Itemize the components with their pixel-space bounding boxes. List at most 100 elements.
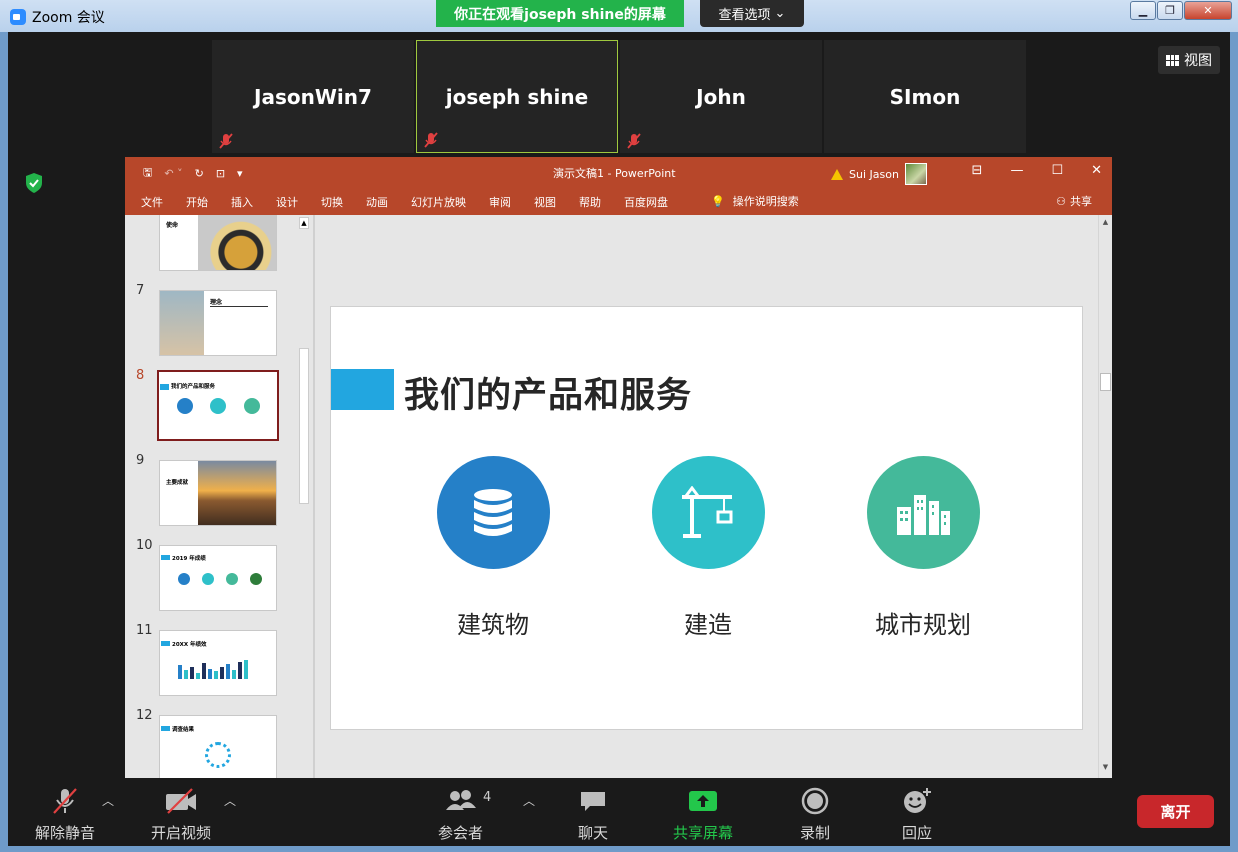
share-screen-icon [689, 791, 717, 811]
save-icon[interactable]: 🖫 [143, 164, 152, 183]
service-label: 建造 [684, 611, 732, 639]
record-icon [801, 787, 829, 815]
reactions-button[interactable]: 回应 [901, 786, 933, 843]
thumb-title: 理念 [210, 299, 223, 306]
participant-tile[interactable]: SImon [824, 40, 1026, 153]
participant-tile[interactable]: JasonWin7 [212, 40, 414, 153]
quick-access-toolbar: 🖫 ↶ ˅ ↻ ⊡ ▾ [143, 164, 243, 183]
minimize-button[interactable]: ▁ [1130, 1, 1156, 20]
city-icon [866, 456, 980, 569]
reactions-label: 回应 [901, 824, 932, 842]
slide-thumbnail[interactable]: 理念 [159, 290, 277, 356]
ribbon-tabs: 文件 开始 插入 设计 切换 动画 幻灯片放映 审阅 视图 帮助 百度网盘 💡 操作说明搜索 ⚇ 共… [125, 187, 1112, 215]
thumb-title: 主要成就 [166, 480, 189, 486]
chat-button[interactable]: 聊天 [578, 786, 608, 843]
ppt-share-label: 共享 [1070, 195, 1092, 208]
ribbon-tab[interactable]: 切换 [321, 194, 343, 210]
ribbon-tab[interactable]: 幻灯片放映 [411, 194, 466, 210]
ribbon-tab[interactable]: 插入 [231, 194, 253, 210]
slide-thumbnail[interactable]: 2019 年成绩 [159, 545, 277, 611]
meeting-toolbar: 解除静音 ︿ 开启视频 ︿ 参会者 4 ︿ 聊天 共享屏幕 录制 回应 离开 [8, 778, 1230, 846]
slide-thumbnail[interactable]: 主要成就 [159, 460, 277, 526]
editor-scrollbar[interactable]: ▲ ▼ [1098, 215, 1112, 778]
participant-tile-active[interactable]: joseph shine [416, 40, 618, 153]
record-button[interactable]: 录制 [800, 786, 830, 843]
slide-thumbnail-selected[interactable]: 我们的产品和服务 [157, 370, 279, 441]
slide-number: 9 [136, 453, 145, 468]
thumb-title: 20XX 年绩效 [172, 642, 207, 648]
ribbon-display-icon[interactable]: ⊟ [972, 163, 983, 178]
ribbon-tab[interactable]: 审阅 [489, 194, 511, 210]
tell-me-label: 操作说明搜索 [732, 195, 799, 208]
ribbon-tab[interactable]: 文件 [141, 194, 163, 210]
maximize-icon[interactable]: ☐ [1051, 163, 1063, 178]
thumbnail-scrollbar[interactable]: ▲ [297, 215, 311, 778]
participants-options-chevron-icon[interactable]: ︿ [523, 792, 535, 809]
view-button-label: 视图 [1184, 53, 1212, 69]
ppt-titlebar: 🖫 ↶ ˅ ↻ ⊡ ▾ 演示文稿1 - PowerPoint Sui Jason… [125, 157, 1112, 187]
ppt-window-controls: ⊟ — ☐ ✕ [972, 163, 1102, 178]
slide-thumbnail[interactable]: 20XX 年绩效 [159, 630, 277, 696]
slide-thumbnail-pane: 使命 7 理念 8 我们的产品和服务 9 主要成就 10 2019 年成绩 11… [125, 215, 297, 778]
audio-options-chevron-icon[interactable]: ︿ [102, 792, 114, 809]
grid-view-icon [1166, 54, 1179, 66]
video-off-icon [166, 788, 196, 814]
ribbon-tab-list: 文件 开始 插入 设计 切换 动画 幻灯片放映 审阅 视图 帮助 百度网盘 [141, 194, 691, 210]
service-item: 城市规划 [833, 456, 1013, 640]
maximize-button[interactable]: ❐ [1157, 1, 1183, 20]
avatar [904, 163, 927, 185]
unmute-button[interactable]: 解除静音 [35, 786, 95, 843]
share-screen-button[interactable]: 共享屏幕 [673, 786, 733, 843]
ribbon-tab[interactable]: 开始 [186, 194, 208, 210]
ribbon-tab[interactable]: 百度网盘 [624, 194, 668, 210]
service-label: 城市规划 [875, 611, 971, 639]
thumb-title: 调查结果 [172, 727, 195, 733]
customize-icon[interactable]: ▾ [237, 167, 243, 180]
minimize-icon[interactable]: — [1010, 163, 1023, 178]
undo-icon[interactable]: ↶ ˅ [164, 167, 182, 180]
slide-number: 7 [136, 283, 145, 298]
view-options-button[interactable]: 查看选项 ⌄ [700, 0, 804, 27]
slide-number: 10 [136, 538, 153, 553]
start-video-button[interactable]: 开启视频 [151, 786, 211, 843]
security-shield-icon[interactable] [24, 172, 44, 194]
chat-icon [581, 792, 605, 811]
present-icon[interactable]: ⊡ [216, 167, 225, 180]
ppt-share-button[interactable]: ⚇ 共享 [1056, 193, 1092, 209]
scroll-up-icon[interactable]: ▲ [299, 217, 309, 229]
participants-button[interactable]: 参会者 [438, 786, 483, 843]
view-button[interactable]: 视图 [1158, 46, 1220, 74]
chat-label: 聊天 [578, 824, 609, 842]
mic-muted-icon [627, 133, 641, 149]
unmute-label: 解除静音 [35, 824, 96, 842]
close-button[interactable]: ✕ [1184, 1, 1232, 20]
ribbon-tab[interactable]: 视图 [534, 194, 556, 210]
person-icon: ⚇ [1056, 194, 1066, 208]
ribbon-tab[interactable]: 设计 [276, 194, 298, 210]
scrollbar-thumb[interactable] [1100, 373, 1111, 391]
scroll-up-icon[interactable]: ▲ [1100, 217, 1111, 229]
ppt-user-area[interactable]: Sui Jason [831, 163, 927, 185]
ribbon-tab[interactable]: 帮助 [579, 194, 601, 210]
ppt-document-title: 演示文稿1 - PowerPoint [553, 167, 676, 180]
scrollbar-thumb[interactable] [299, 348, 309, 504]
record-label: 录制 [800, 824, 831, 842]
slide-title: 我们的产品和服务 [404, 376, 693, 416]
leave-button[interactable]: 离开 [1137, 795, 1214, 828]
close-icon[interactable]: ✕ [1091, 163, 1102, 178]
slide-thumbnail[interactable]: 使命 [159, 215, 277, 271]
crane-icon [651, 456, 765, 569]
participants-count: 4 [483, 790, 492, 805]
window-title-text: Zoom 会议 [32, 10, 105, 26]
video-options-chevron-icon[interactable]: ︿ [224, 792, 236, 809]
start-video-label: 开启视频 [151, 824, 212, 842]
ribbon-tab[interactable]: 动画 [366, 194, 388, 210]
slide-thumbnail[interactable]: 调查结果 [159, 715, 277, 778]
tell-me-search[interactable]: 💡 操作说明搜索 [711, 193, 799, 209]
participant-tile[interactable]: John [620, 40, 822, 153]
scroll-down-icon[interactable]: ▼ [1100, 762, 1111, 774]
title-accent-bar [331, 369, 394, 410]
current-slide[interactable]: 我们的产品和服务 建筑物 建造 城市规划 [330, 306, 1083, 730]
redo-icon[interactable]: ↻ [195, 167, 204, 180]
slide-number-current: 8 [136, 368, 145, 383]
